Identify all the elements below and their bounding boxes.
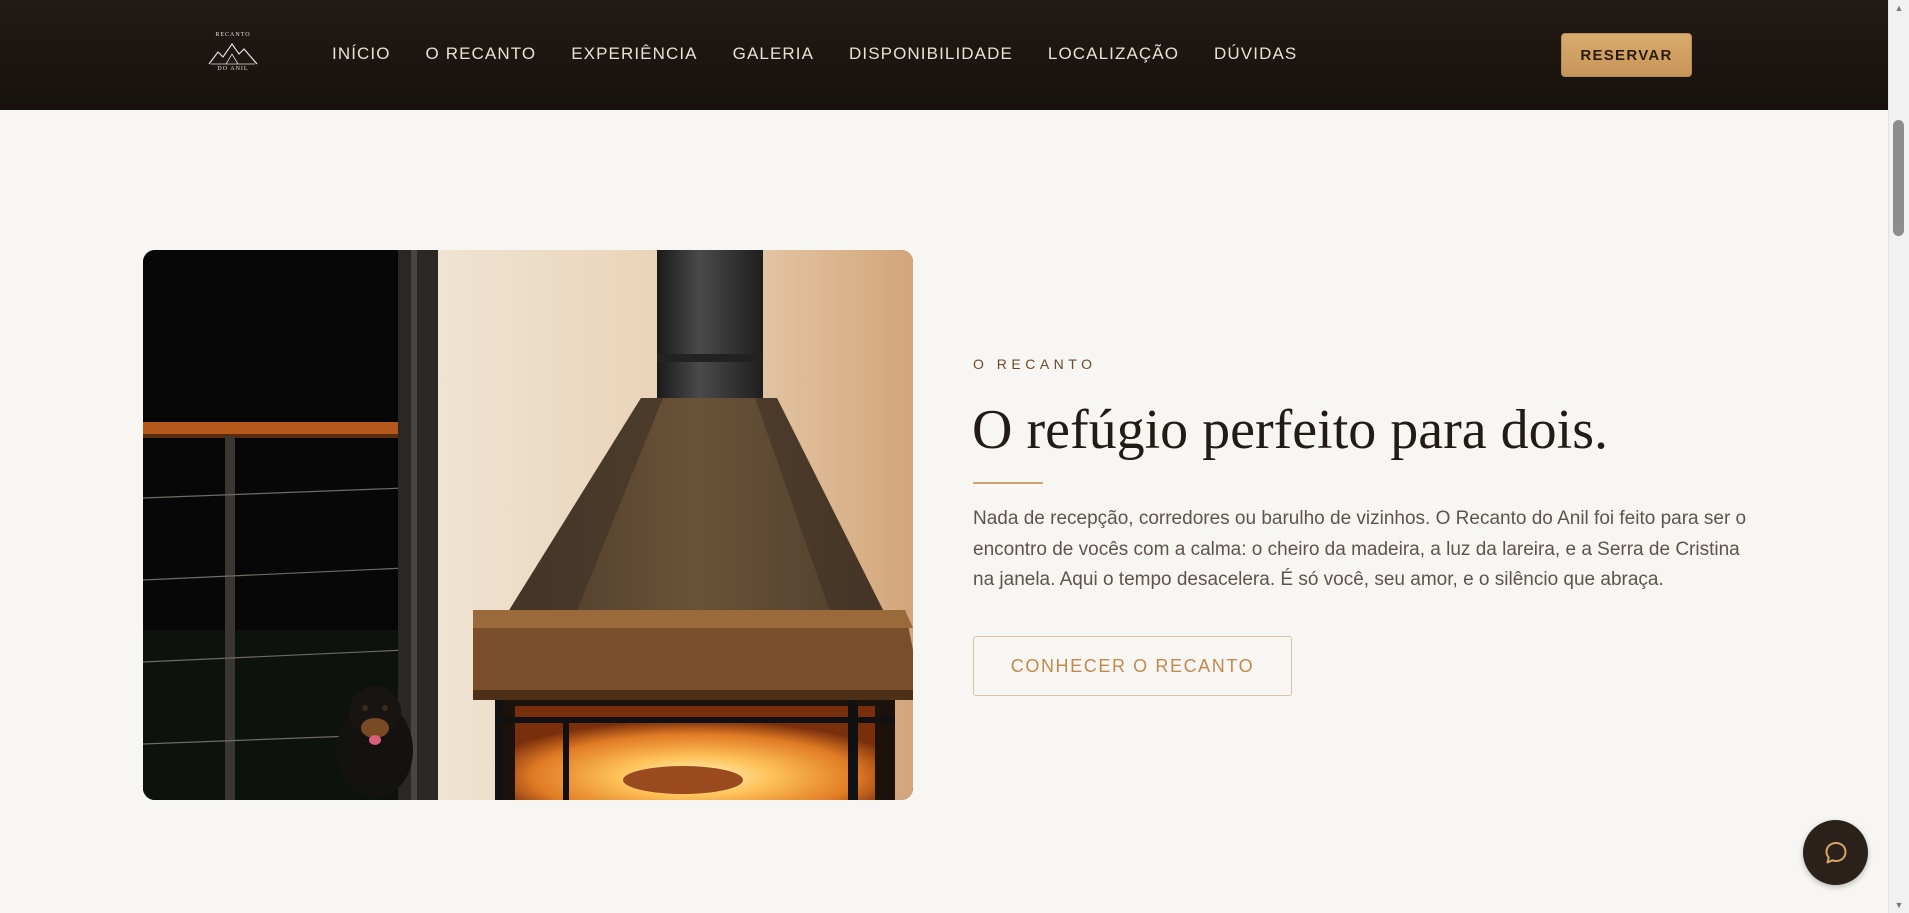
page: RECANTO DO ANIL INÍCIO O RECANTO EXPERIÊ…: [0, 0, 1888, 913]
section-headline: O refúgio perfeito para dois.: [972, 399, 1608, 461]
nav-item-localizacao[interactable]: LOCALIZAÇÃO: [1048, 42, 1179, 66]
mountain-logo-icon: [208, 42, 258, 65]
logo-text-bottom: DO ANIL: [217, 66, 249, 72]
know-recanto-button[interactable]: CONHECER O RECANTO: [973, 636, 1292, 696]
scroll-thumb[interactable]: [1893, 120, 1904, 236]
site-header: RECANTO DO ANIL INÍCIO O RECANTO EXPERIÊ…: [0, 0, 1888, 110]
chat-button[interactable]: [1803, 820, 1868, 885]
fireplace-photo: [143, 250, 913, 800]
gold-divider: [973, 482, 1043, 484]
nav-item-experiencia[interactable]: EXPERIÊNCIA: [571, 42, 697, 66]
scroll-down-arrow-icon[interactable]: ▼: [1889, 897, 1909, 913]
reserve-button[interactable]: RESERVAR: [1561, 33, 1692, 77]
page-scrollbar[interactable]: ▲ ▼: [1888, 0, 1909, 913]
nav-item-galeria[interactable]: GALERIA: [733, 42, 814, 66]
fireplace-illustration: [143, 250, 913, 800]
chat-bubble-icon: [1825, 841, 1846, 863]
nav-item-inicio[interactable]: INÍCIO: [332, 42, 391, 66]
site-logo[interactable]: RECANTO DO ANIL: [202, 30, 264, 80]
section-eyebrow: O RECANTO: [973, 356, 1097, 372]
section-body: Nada de recepção, corredores ou barulho …: [973, 508, 1747, 590]
nav-item-duvidas[interactable]: DÚVIDAS: [1214, 42, 1297, 66]
nav-item-o-recanto[interactable]: O RECANTO: [426, 42, 537, 66]
scroll-up-arrow-icon[interactable]: ▲: [1889, 0, 1909, 16]
nav-item-disponibilidade[interactable]: DISPONIBILIDADE: [849, 42, 1013, 66]
main-nav: INÍCIO O RECANTO EXPERIÊNCIA GALERIA DIS…: [332, 42, 1332, 66]
logo-text-top: RECANTO: [215, 32, 251, 38]
